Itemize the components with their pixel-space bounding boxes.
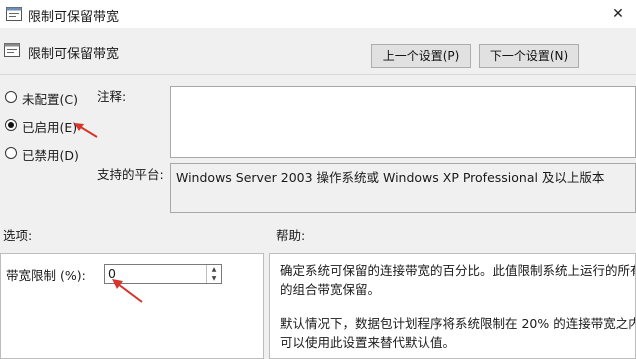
spin-down-icon[interactable]: ▼ [207,274,221,283]
help-title: 帮助: [276,228,306,243]
policy-setting-icon [4,42,20,58]
help-pane: 确定系统可保留的连接带宽的百分比。此值限制系统上运行的所有程序的组合带宽保留。 … [269,253,636,359]
options-title: 选项: [3,228,33,243]
radio-enabled[interactable] [5,119,17,131]
radio-enabled-label[interactable]: 已启用(E) [22,117,77,136]
annotation-arrow-icon [74,123,98,138]
supported-on-value: Windows Server 2003 操作系统或 Windows XP Pro… [176,170,605,185]
help-paragraph-2: 默认情况下，数据包计划程序将系统限制在 20% 的连接带宽之内，但可以使用此设置… [280,316,636,350]
annotation-arrow-icon [112,279,143,303]
radio-disabled[interactable] [5,147,17,159]
spin-buttons: ▲ ▼ [206,265,221,283]
policy-name-heading: 限制可保留带宽 [28,47,120,62]
radio-not-configured[interactable] [5,91,17,103]
comment-label: 注释: [97,89,127,104]
bandwidth-limit-label: 带宽限制 (%): [6,268,86,283]
help-paragraph-1: 确定系统可保留的连接带宽的百分比。此值限制系统上运行的所有程序的组合带宽保留。 [280,263,636,297]
header-divider [0,74,636,75]
supported-on-label: 支持的平台: [97,167,164,182]
next-setting-button[interactable]: 下一个设置(N) [479,44,579,68]
policy-window-icon [6,7,22,21]
comment-textarea[interactable] [170,86,636,158]
window-title: 限制可保留带宽 [28,10,120,25]
radio-disabled-label[interactable]: 已禁用(D) [22,145,79,164]
spin-up-icon[interactable]: ▲ [207,265,221,274]
previous-setting-button[interactable]: 上一个设置(P) [371,44,471,68]
close-icon[interactable]: ✕ [604,3,632,25]
radio-not-configured-label[interactable]: 未配置(C) [22,89,78,108]
